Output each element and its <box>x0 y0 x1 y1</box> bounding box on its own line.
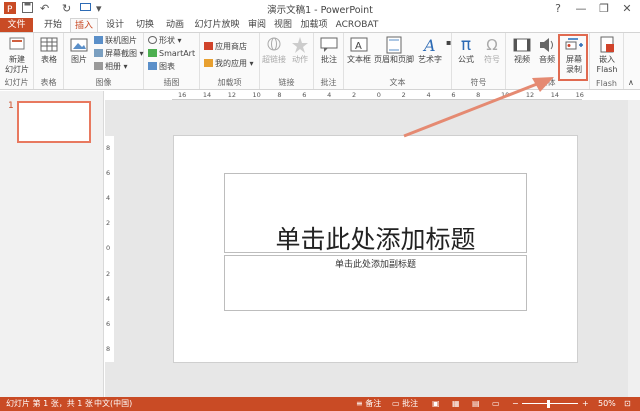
status-bar: 幻灯片 第 1 张，共 1 张 中文(中国) ≡ 备注 ▭ 批注 ▣ ▦ ▤ ▭… <box>0 397 640 411</box>
zoom-level[interactable]: 50% <box>598 399 616 409</box>
zoom-slider-thumb[interactable] <box>547 400 550 408</box>
zoom-out-button[interactable]: − <box>512 399 519 409</box>
comments-button[interactable]: ▭ 批注 <box>392 399 418 409</box>
language-status[interactable]: 中文(中国) <box>94 399 132 409</box>
fit-slide-icon[interactable]: ⊡ <box>624 399 631 409</box>
slide-count-status: 幻灯片 第 1 张，共 1 张 <box>6 399 93 408</box>
comments-label: 批注 <box>402 399 419 408</box>
zoom-in-button[interactable]: + <box>582 399 589 409</box>
normal-view-icon[interactable]: ▣ <box>432 399 440 409</box>
slideshow-view-icon[interactable]: ▭ <box>492 399 500 409</box>
notes-label: 备注 <box>365 399 382 408</box>
notes-button[interactable]: ≡ 备注 <box>356 399 381 409</box>
zoom-slider-track[interactable] <box>522 403 578 404</box>
slide-sorter-icon[interactable]: ▦ <box>452 399 460 409</box>
reading-view-icon[interactable]: ▤ <box>472 399 480 409</box>
annotation-arrow <box>403 77 554 138</box>
